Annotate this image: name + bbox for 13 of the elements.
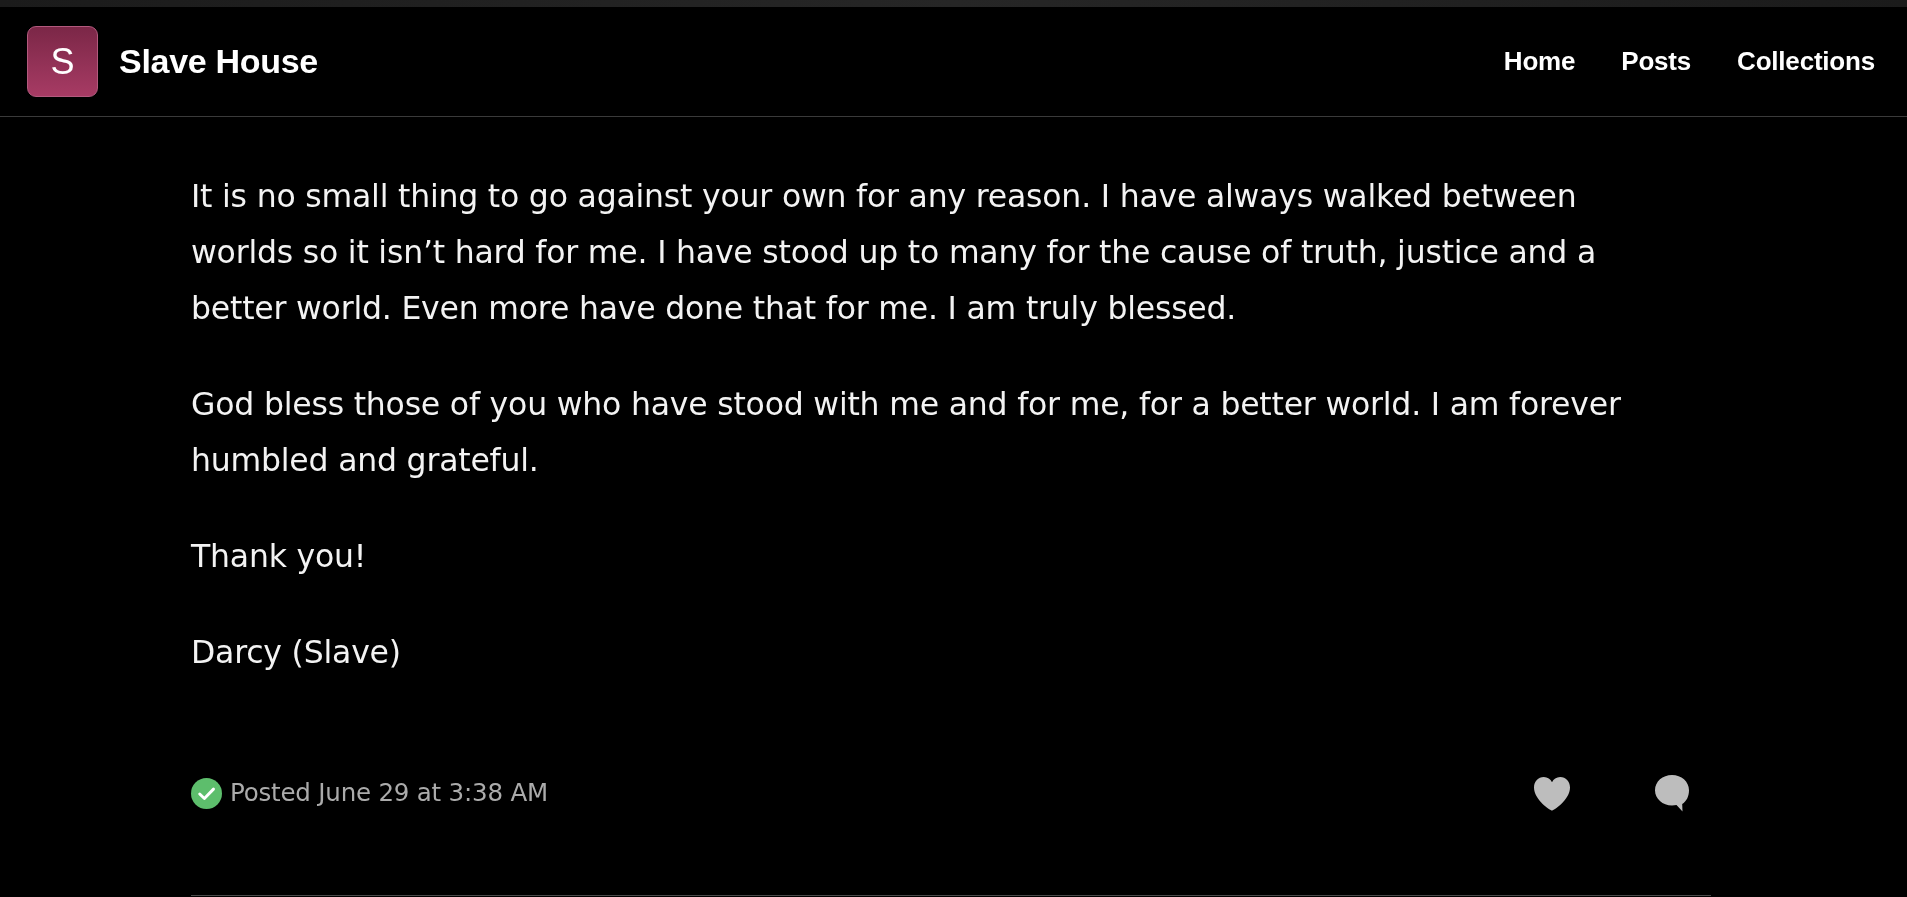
site-title[interactable]: Slave House	[119, 36, 318, 87]
post-paragraph: God bless those of you who have stood with me and for me, for a better world. I am forever humbled and grateful.	[191, 385, 1622, 480]
post-timestamp: Posted June 29 at 3:38 AM	[230, 776, 548, 809]
post-paragraph: Thank you!	[191, 537, 368, 576]
site-logo[interactable]: S	[27, 26, 98, 97]
speech-bubble-icon[interactable]	[1654, 774, 1690, 812]
nav-link[interactable]: Home	[1503, 42, 1576, 81]
nav-link[interactable]: Collections	[1737, 42, 1875, 81]
heart-icon[interactable]	[1533, 775, 1571, 811]
nav-link[interactable]: Posts	[1621, 42, 1692, 81]
check-circle-icon	[191, 777, 222, 809]
post-paragraph: Darcy (Slave)	[191, 633, 402, 672]
post-paragraph: It is no small thing to go against your own for any reason. I have always walked between worlds so it isn’t hard for me. I have stood up to many for the cause of truth, justice and a better world. Even more have done that for me. I am truly blessed.	[191, 177, 1598, 328]
